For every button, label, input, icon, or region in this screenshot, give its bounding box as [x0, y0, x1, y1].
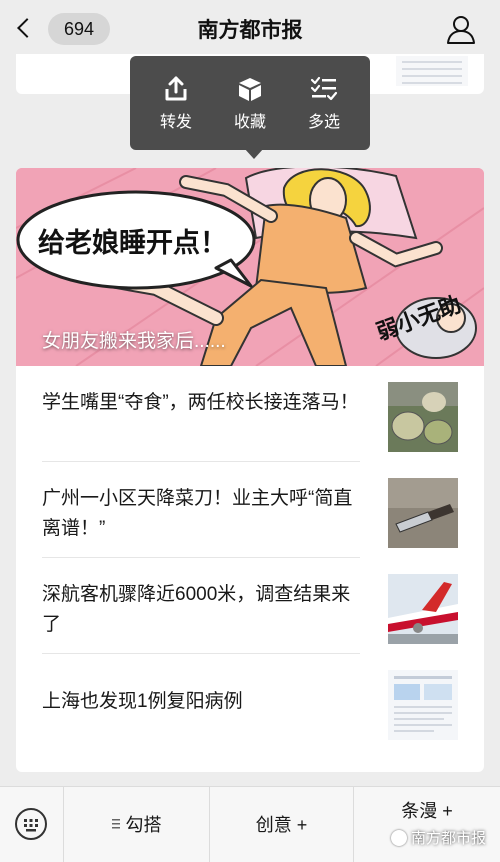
watermark: 南方都市报 — [390, 827, 486, 848]
popup-arrow — [244, 148, 264, 159]
keyboard-icon — [15, 808, 47, 840]
featured-article-caption: 女朋友搬来我家后...... — [42, 331, 226, 352]
article-card: 给老娘睡开点！ 弱小无助 女朋友搬来我家后...... 学生嘴里“夺食”，两任校… — [16, 168, 484, 772]
article-thumbnail — [388, 670, 458, 740]
menu-item-label: 勾搭 — [125, 815, 162, 835]
menu-item-label: 条漫 + — [401, 801, 453, 821]
article-item[interactable]: 上海也发现1例复阳病例 — [16, 654, 484, 750]
message-action-popup: 转发 收藏 多选 — [130, 56, 370, 150]
article-thumbnail — [388, 574, 458, 644]
menu-item-comics[interactable]: 条漫 + — [354, 787, 500, 862]
bottom-menu-bar: 勾搭 创意 + 条漫 + 南方都市报 — [0, 786, 500, 862]
article-thumbnail — [388, 382, 458, 452]
favorite-button[interactable]: 收藏 — [210, 56, 290, 150]
multi-select-button[interactable]: 多选 — [284, 56, 364, 150]
user-icon[interactable] — [446, 14, 476, 44]
forward-label: 转发 — [159, 114, 192, 131]
article-title: 上海也发现1例复阳病例 — [42, 691, 243, 712]
watermark-text: 南方都市报 — [410, 830, 486, 847]
featured-article-image[interactable]: 给老娘睡开点！ 弱小无助 女朋友搬来我家后...... — [16, 168, 484, 366]
menu-item-label: 创意 + — [255, 815, 308, 835]
share-icon — [165, 76, 187, 101]
article-title: 广州一小区天降菜刀！业主大呼“简直离谱！” — [42, 488, 353, 539]
multi-select-label: 多选 — [307, 114, 340, 131]
watermark-logo-icon — [390, 830, 407, 846]
multi-select-icon — [310, 76, 338, 101]
article-title: 学生嘴里“夺食”，两任校长接连落马！ — [42, 392, 359, 413]
article-thumbnail — [388, 478, 458, 548]
article-item[interactable]: 深航客机骤降近6000米，调查结果来了 — [16, 558, 484, 654]
article-item[interactable]: 广州一小区天降菜刀！业主大呼“简直离谱！” — [16, 462, 484, 558]
article-thumbnail — [396, 56, 468, 86]
menu-item-creative[interactable]: 创意 + — [210, 787, 354, 862]
article-title: 深航客机骤降近6000米，调查结果来了 — [42, 584, 351, 635]
submenu-lines-icon — [111, 819, 120, 829]
page-title: 南方都市报 — [197, 19, 303, 42]
favorite-box-icon — [239, 78, 261, 101]
favorite-label: 收藏 — [233, 114, 266, 131]
nav-bar: 694 南方都市报 — [0, 0, 500, 58]
menu-item-gouda[interactable]: 勾搭 — [64, 787, 210, 862]
speech-bubble-text: 给老娘睡开点！ — [38, 227, 227, 259]
forward-button[interactable]: 转发 — [136, 56, 216, 150]
keyboard-toggle-button[interactable] — [0, 787, 64, 862]
article-item[interactable]: 学生嘴里“夺食”，两任校长接连落马！ — [16, 366, 484, 462]
